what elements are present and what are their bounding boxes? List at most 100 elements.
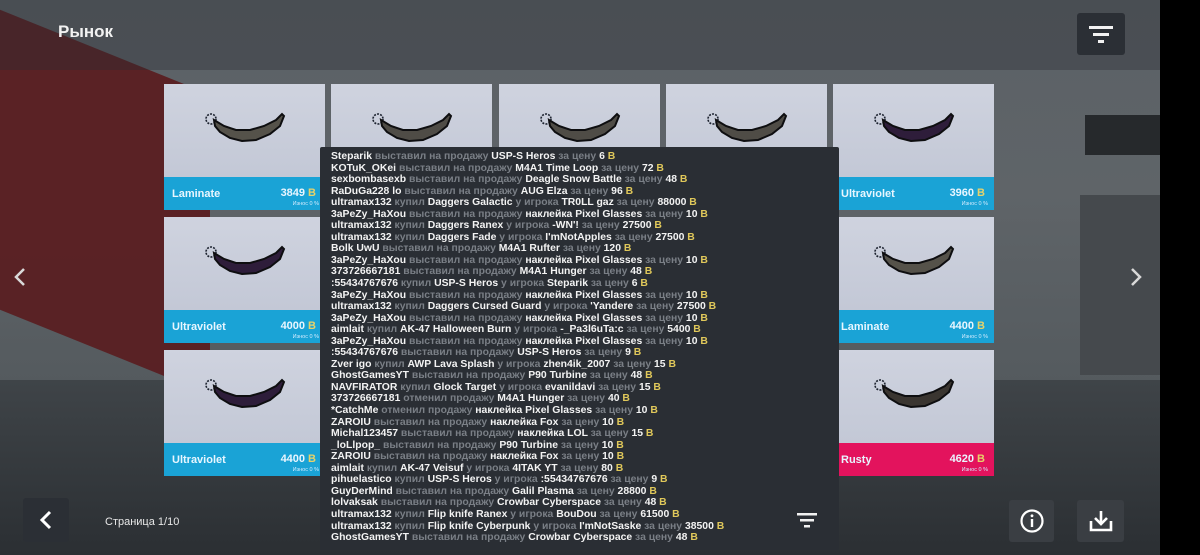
item-card[interactable]: Rusty 4620 B Износ 0 % [833,350,994,476]
coin-icon: B [668,358,676,370]
log-item: Daggers Galactic [427,197,516,209]
log-price: 10 [685,208,701,220]
log-price-label: за цену [624,174,666,186]
log-price-label: за цену [570,185,612,197]
coin-icon: B [616,416,625,428]
log-user: Michal123457 [331,428,401,440]
log-user: NAVFIRATOR [331,381,401,393]
log-entry: RaDuGa228 lo выставил на продажу AUG Elz… [331,186,831,198]
item-info-bar: Ultraviolet 4400 B Износ 0 % [164,443,325,476]
log-item: наклейка Fox [490,451,562,463]
log-entry: *CatchMe отменил продажу наклейка Pixel … [331,405,831,417]
log-price: 80 [601,462,616,474]
log-price: 15 [631,428,646,440]
log-action: выставил на продажу [404,185,521,197]
log-entry: 3aPeZy_HaXou выставил на продажу наклейк… [331,313,831,325]
footer-bar: Страница 1/10 [0,480,1160,555]
log-seller: zhen4ik_2007 [543,358,614,370]
log-action: выставил на продажу [408,289,526,301]
log-price: 15 [654,358,669,370]
coin-icon: B [687,231,695,243]
coin-icon: B [615,462,624,474]
log-price: 48 [630,370,646,382]
log-user: Steparik [331,151,375,162]
log-item: P90 Turbine [528,370,590,382]
log-user: ultramax132 [331,301,395,313]
item-card[interactable]: Laminate 4400 B Износ 0 % [833,217,994,343]
log-entry: ZAROIU выставил на продажу наклейка Fox … [331,417,831,429]
back-button[interactable] [23,498,69,542]
log-action: купил [394,231,428,243]
log-item: наклейка Pixel Glasses [525,335,646,347]
coin-icon: B [689,197,697,209]
item-price: 4620 B [949,453,985,465]
log-seller: I'mNotApples [545,231,615,243]
log-user: 3aPeZy_HaXou [331,254,409,266]
item-price: 4400 B [280,453,316,465]
knife-image [205,245,286,276]
log-item: USP-S Heros [434,278,502,290]
log-price-label: за цену [645,254,686,266]
log-user: GhostGamesYT [331,370,412,382]
item-art [164,217,325,310]
log-seller: 4ITAK YT [512,462,561,474]
background-door [1080,195,1160,375]
log-price-label: за цену [645,289,686,301]
log-user: aimlait [331,462,367,474]
log-price-label: за цену [590,278,632,290]
log-price-label: за цену [626,324,668,336]
item-card[interactable]: Laminate 3849 B Износ 0 % [164,84,325,210]
coin-icon: B [654,220,662,232]
download-button[interactable] [1077,500,1124,542]
item-price: 3849 B [280,187,316,199]
item-art [833,350,994,443]
log-item: наклейка Fox [490,416,562,428]
coin-icon: B [708,301,717,313]
log-action: отменил продажу [403,393,498,405]
log-price: 9 [625,347,634,359]
next-arrow-button[interactable] [1128,266,1144,293]
log-price-label: за цену [645,312,686,324]
log-entry: ultramax132 купил Daggers Fade у игрока … [331,232,831,244]
log-action: выставил на продажу [408,335,526,347]
log-price: 10 [685,312,701,324]
coin-icon: B [607,151,616,162]
knife-image [707,112,788,143]
log-seller: -_Pa3l6uTa:c [560,324,627,336]
item-card[interactable]: Ultraviolet 4000 B Износ 0 % [164,217,325,343]
item-card[interactable]: Ultraviolet 3960 B Износ 0 % [833,84,994,210]
log-item: наклейка Pixel Glasses [475,405,596,417]
log-price-label: за цену [560,462,602,474]
coin-icon: B [622,393,630,405]
coin-icon: B [616,439,624,451]
filter-button[interactable] [1077,13,1125,55]
log-user: 373726667181 [331,393,404,405]
log-action: купил [394,197,428,209]
knife-image [540,112,621,143]
page-indicator: Страница 1/10 [105,516,180,528]
log-action: выставил на продажу [400,428,518,440]
log-seller: evanildavi [545,381,599,393]
item-card[interactable]: Ultraviolet 4400 B Износ 0 % [164,350,325,476]
coin-icon: B [308,187,316,199]
coin-icon: B [640,278,648,290]
log-entry: GhostGamesYT выставил на продажу P90 Tur… [331,370,831,382]
coin-icon: B [700,335,708,347]
log-item: наклейка Pixel Glasses [525,312,646,324]
log-item: наклейка Pixel Glasses [525,208,646,220]
log-entry: Zver igo купил AWP Lava Splash у игрока … [331,359,831,371]
log-user: 373726667181 [331,266,404,278]
log-from-label: у игрока [499,231,546,243]
log-item: наклейка Pixel Glasses [525,289,646,301]
prev-arrow-button[interactable] [12,266,28,293]
log-user: sexbombasexb [331,174,409,186]
log-price-label: за цену [613,358,655,370]
filter-icon [1089,26,1113,43]
log-price-label: за цену [558,151,600,162]
item-wear: Износ 0 % [961,334,988,340]
info-button[interactable] [1009,500,1054,542]
log-price: 96 [611,185,626,197]
item-skin-name: Laminate [172,188,221,200]
log-seller: -WN'! [552,220,582,232]
log-item: M4A1 Time Loop [515,162,602,174]
